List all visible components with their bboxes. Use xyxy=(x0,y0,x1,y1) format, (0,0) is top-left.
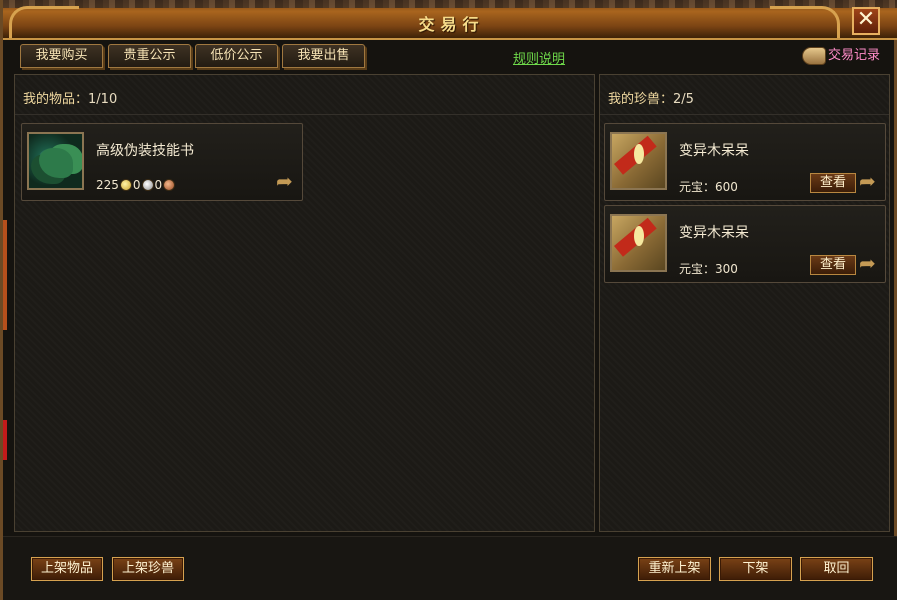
copper-coin-icon xyxy=(163,179,176,191)
skill-book-icon xyxy=(27,132,84,190)
my-pets-panel: 我的珍兽：2/5 变异木呆呆 元宝：600 查看 ➦ 变异木呆呆 元宝：300 … xyxy=(599,74,890,532)
pet-price: 元宝：600 xyxy=(679,178,738,195)
relist-button[interactable]: 重新上架 xyxy=(638,557,711,581)
rules-link[interactable]: 规则说明 xyxy=(513,48,565,67)
close-button[interactable]: ✕ xyxy=(852,7,880,35)
pet-price-label: 元宝： xyxy=(679,262,716,276)
pet-card[interactable]: 变异木呆呆 元宝：300 查看 ➦ xyxy=(604,205,886,283)
my-pets-count: 2/5 xyxy=(673,92,694,107)
item-name: 高级伪装技能书 xyxy=(96,143,194,159)
pet-name: 变异木呆呆 xyxy=(679,143,749,159)
trade-records-link[interactable]: 交易记录 xyxy=(801,45,880,69)
my-pets-label: 我的珍兽： xyxy=(608,92,674,107)
pet-icon xyxy=(610,214,667,272)
my-items-count: 1/10 xyxy=(88,92,118,107)
pet-price-value: 600 xyxy=(715,180,738,194)
item-card[interactable]: 高级伪装技能书 225 0 0 ➦ xyxy=(21,123,303,201)
my-items-panel: 我的物品：1/10 高级伪装技能书 225 0 0 ➦ xyxy=(14,74,595,532)
scroll-icon xyxy=(801,46,826,65)
tab-sell[interactable]: 我要出售 xyxy=(282,44,365,68)
pet-card[interactable]: 变异木呆呆 元宝：600 查看 ➦ xyxy=(604,123,886,201)
my-items-label: 我的物品： xyxy=(23,92,89,107)
tab-buy[interactable]: 我要购买 xyxy=(20,44,103,68)
trading-house-window: 交易行 ✕ 我要购买 贵重公示 低价公示 我要出售 规则说明 交易记录 我的物品… xyxy=(0,0,897,600)
side-decoration-red xyxy=(3,420,7,460)
withdraw-button[interactable]: 取回 xyxy=(800,557,873,581)
tab-low-price-notice[interactable]: 低价公示 xyxy=(195,44,278,68)
arrow-icon[interactable]: ➦ xyxy=(859,253,881,273)
gold-coin-icon xyxy=(119,179,132,191)
price-copper-value: 0 xyxy=(154,178,163,192)
delist-button[interactable]: 下架 xyxy=(719,557,792,581)
silver-coin-icon xyxy=(141,179,154,191)
my-items-header: 我的物品：1/10 xyxy=(15,75,594,115)
tab-valuable-notice[interactable]: 贵重公示 xyxy=(108,44,191,68)
side-decoration xyxy=(3,220,7,330)
view-button[interactable]: 查看 xyxy=(810,173,856,193)
arrow-icon[interactable]: ➦ xyxy=(859,171,881,191)
arrow-icon[interactable]: ➦ xyxy=(276,171,298,191)
price-gold-value: 225 xyxy=(96,178,119,192)
pet-name: 变异木呆呆 xyxy=(679,225,749,241)
pet-price: 元宝：300 xyxy=(679,260,738,277)
title-bar: 交易行 ✕ xyxy=(3,0,897,40)
price-silver-value: 0 xyxy=(132,178,141,192)
item-price: 225 0 0 xyxy=(96,178,176,192)
view-button[interactable]: 查看 xyxy=(810,255,856,275)
window-title: 交易行 xyxy=(418,15,485,34)
list-item-button[interactable]: 上架物品 xyxy=(31,557,103,581)
my-pets-header: 我的珍兽：2/5 xyxy=(600,75,889,115)
pet-icon xyxy=(610,132,667,190)
pet-price-value: 300 xyxy=(715,262,738,276)
list-pet-button[interactable]: 上架珍兽 xyxy=(112,557,184,581)
pet-price-label: 元宝： xyxy=(679,180,716,194)
trade-records-label: 交易记录 xyxy=(827,48,880,63)
